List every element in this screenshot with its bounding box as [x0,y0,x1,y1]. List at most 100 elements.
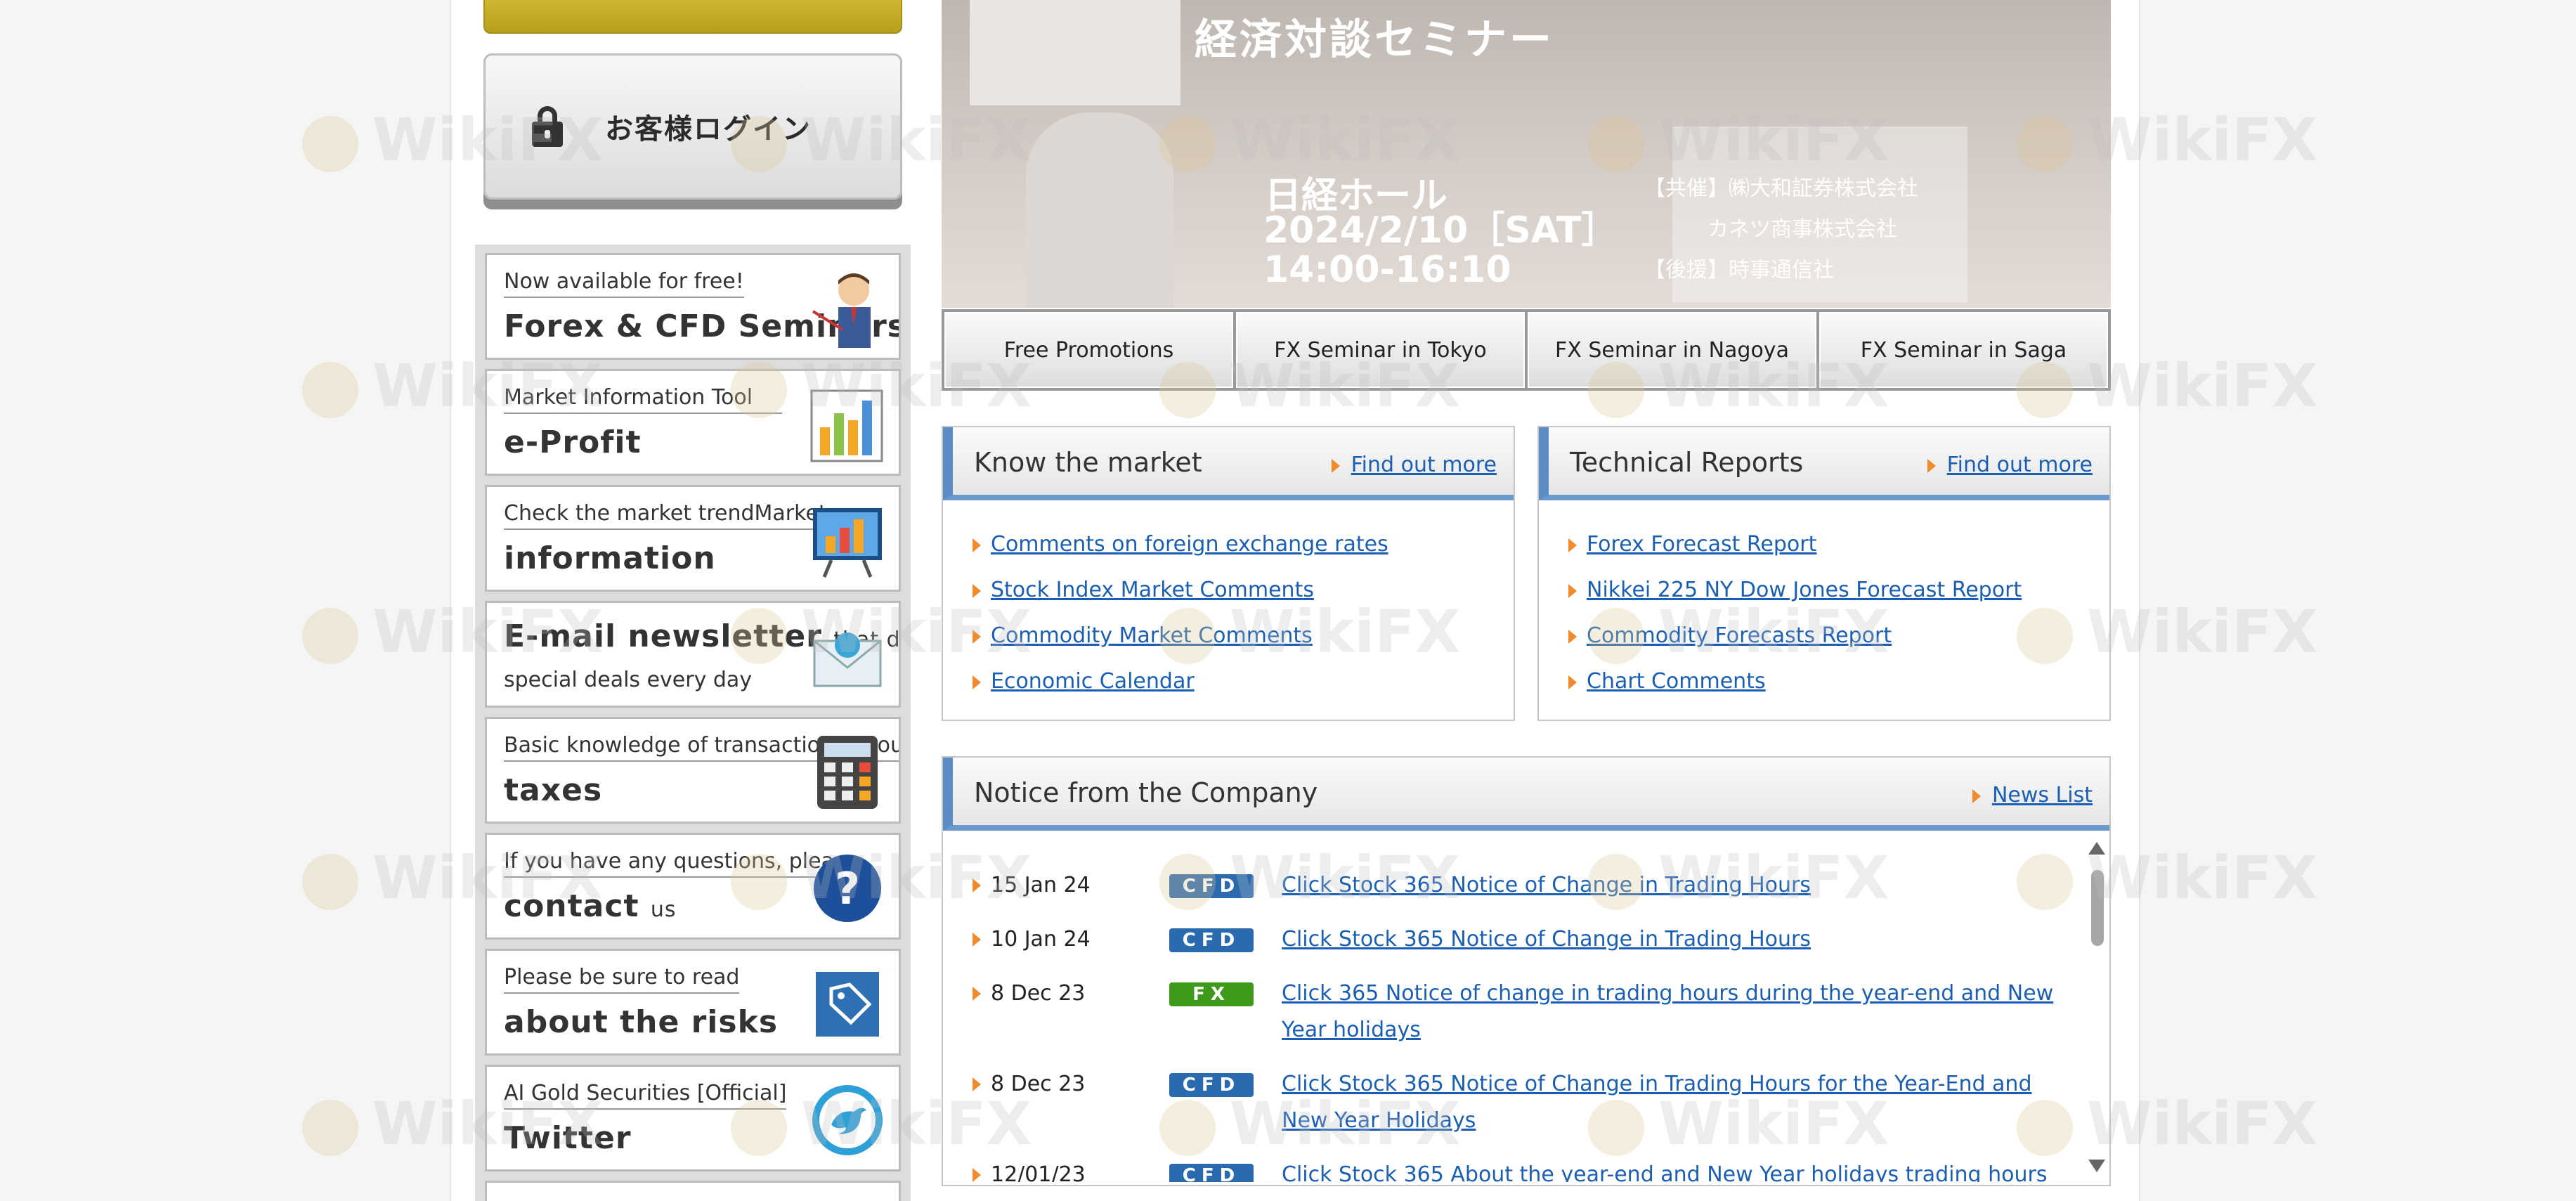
sponsor-label: 【後援】 [1644,258,1729,283]
panel-header: Know the market Find out more [943,427,1514,500]
arrow-icon [972,629,981,644]
presenter-icon [812,273,871,348]
card-title: information [504,540,716,576]
link-label: Comments on foreign exchange rates [991,532,1388,557]
card-caption: AI Gold Securities [Official] [504,1081,787,1110]
know-market-panel: Know the market Find out more Comments o… [942,426,1515,721]
card-caption: Check the market trendMarket [504,501,827,530]
tab-fx-seminar-nagoya[interactable]: FX Seminar in Nagoya [1528,312,1816,388]
market-information-banner[interactable]: Check the market trendMarket information [485,485,901,592]
notice-link[interactable]: Click Stock 365 Notice of Change in Trad… [1282,1066,2055,1139]
notice-scrollbar[interactable] [2086,831,2109,1182]
link-label: Nikkei 225 NY Dow Jones Forecast Report [1587,578,2022,602]
notice-link[interactable]: Click Stock 365 Notice of Change in Trad… [1282,867,2055,904]
notice-date: 15 Jan 24 [991,873,1091,897]
link-label: Forex Forecast Report [1587,532,1817,557]
notice-date: 10 Jan 24 [991,927,1091,952]
notice-link-wrap[interactable]: Click Stock 365 About the year-end and N… [1282,1157,2055,1182]
arrow-icon [972,878,981,892]
arrow-icon [972,1077,981,1091]
scroll-thumb[interactable] [2091,870,2104,946]
link-label: Commodity Forecasts Report [1587,623,1892,648]
customer-login-button[interactable]: お客様ログイン [483,53,902,200]
company-notice-panel: Notice from the Company News List 15 Jan… [942,756,2111,1186]
find-out-more-link[interactable]: Find out more [1927,453,2093,477]
calculator-icon [817,736,878,809]
arrow-icon [1972,788,1981,803]
notice-date: 8 Dec 23 [991,981,1086,1006]
banner-time: 14:00-16:10 [1263,249,1511,291]
list-item[interactable]: Chart Comments [1568,658,2109,704]
card-title: taxes [504,772,603,808]
category-badge: CFD [1169,1073,1254,1097]
arrow-icon [1568,629,1577,644]
category-badge: CFD [1169,928,1254,952]
link-label: Find out more [1946,453,2093,477]
card-title-suffix: us [650,897,677,922]
arrow-icon [972,1168,981,1182]
card-caption: Please be sure to read [504,965,740,994]
arrow-icon [972,933,981,947]
scroll-down-arrow-icon[interactable] [2088,1160,2105,1172]
arrow-icon [1927,458,1936,473]
scroll-up-arrow-icon[interactable] [2088,842,2105,855]
news-list-link[interactable]: News List [1972,783,2093,807]
notice-date: 8 Dec 23 [991,1072,1086,1096]
monitor-chart-icon [813,508,882,578]
card-title: about the risks [504,1004,779,1040]
sponsor-name: 時事通信社 [1729,258,1834,283]
category-badge: FX [1169,982,1254,1006]
top-yellow-button[interactable] [483,0,902,34]
list-item[interactable]: Commodity Forecasts Report [1568,613,2109,658]
twitter-bird-icon [812,1085,883,1155]
card-title: e-Profit [504,424,642,460]
next-banner[interactable] [485,1181,901,1201]
technical-reports-panel: Technical Reports Find out more Forex Fo… [1537,426,2111,721]
panel-header: Technical Reports Find out more [1539,427,2109,500]
list-item[interactable]: Commodity Market Comments [972,613,1514,658]
taxes-banner[interactable]: Basic knowledge of transactions about ta… [485,717,901,824]
find-out-more-link[interactable]: Find out more [1331,453,1497,477]
panel-title: Technical Reports [1570,447,1804,478]
notice-link[interactable]: Click Stock 365 Notice of Change in Trad… [1282,921,2055,958]
list-item[interactable]: Comments on foreign exchange rates [972,521,1514,567]
arrow-icon [1568,538,1577,552]
banner-datetime: 2024/2/10［SAT］ 14:00-16:10 [1263,211,1618,290]
list-item[interactable]: Forex Forecast Report [1568,521,2109,567]
arrow-icon [972,538,981,552]
tag-icon [816,972,879,1037]
panel-header: Notice from the Company News List [943,758,2109,831]
card-title-line: contact us [504,888,676,924]
notice-list: 15 Jan 24 CFD Click Stock 365 Notice of … [943,831,2109,1182]
question-icon: ? [814,855,881,922]
notice-link[interactable]: Click 365 Notice of change in trading ho… [1282,975,2055,1049]
list-item[interactable]: Stock Index Market Comments [972,567,1514,613]
seminar-hero-banner[interactable]: 経済対談セミナー 日経ホール 2024/2/10［SAT］ 14:00-16:1… [942,0,2111,308]
risks-banner[interactable]: Please be sure to read about the risks [485,949,901,1056]
reports-link-list: Forex Forecast Report Nikkei 225 NY Dow … [1539,500,2109,704]
arrow-icon [1568,583,1577,598]
svg-text:?: ? [835,863,860,914]
arrow-icon [1568,675,1577,689]
twitter-banner[interactable]: AI Gold Securities [Official] Twitter [485,1065,901,1171]
banner-date: 2024/2/10［SAT］ [1263,209,1618,252]
envelope-icon [813,632,882,687]
contact-banner[interactable]: If you have any questions, please contac… [485,833,901,940]
link-label: Find out more [1351,453,1497,477]
seminar-banner[interactable]: Now available for free! Forex & CFD Semi… [485,253,901,360]
tab-free-promotions[interactable]: Free Promotions [944,312,1233,388]
market-link-list: Comments on foreign exchange rates Stock… [943,500,1514,704]
e-profit-banner[interactable]: Market Information Tool e-Profit [485,369,901,476]
arrow-icon [972,675,981,689]
arrow-icon [1331,458,1340,473]
notice-link[interactable]: Click Stock 365 About the year-end and N… [1282,1162,2047,1182]
card-title: E-mail newsletter [504,618,822,654]
card-title: Twitter [504,1120,632,1156]
tab-fx-seminar-tokyo[interactable]: FX Seminar in Tokyo [1236,312,1525,388]
arrow-icon [972,987,981,1001]
list-item[interactable]: Nikkei 225 NY Dow Jones Forecast Report [1568,567,2109,613]
list-item[interactable]: Economic Calendar [972,658,1514,704]
tab-fx-seminar-saga[interactable]: FX Seminar in Saga [1819,312,2108,388]
link-label: Economic Calendar [991,669,1195,694]
newsletter-banner[interactable]: E-mail newsletter that delivers special … [485,601,901,708]
